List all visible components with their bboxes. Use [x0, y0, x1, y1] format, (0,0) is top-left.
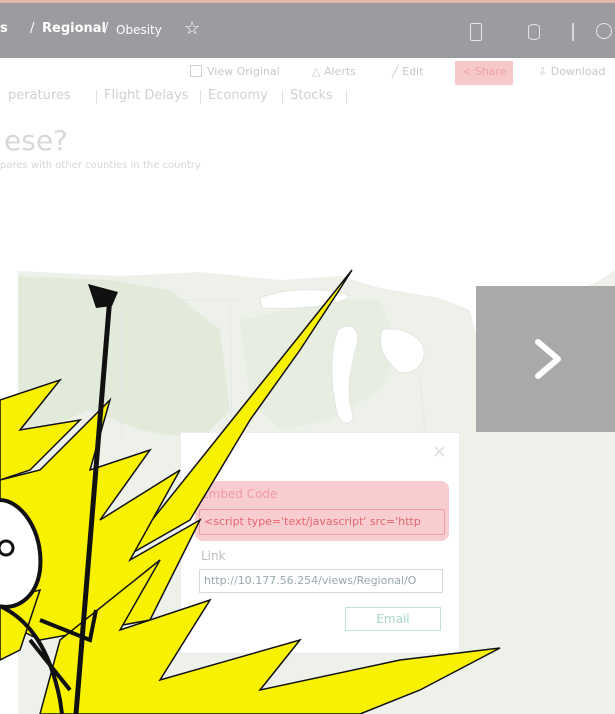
database-icon[interactable]: [528, 24, 540, 40]
link-field[interactable]: http://10.177.56.254/views/Regional/O: [199, 569, 443, 593]
link-label: Link: [201, 549, 226, 563]
tab-flight-delays[interactable]: Flight Delays: [104, 88, 188, 103]
edit-button[interactable]: ╱ Edit: [392, 65, 423, 78]
email-button[interactable]: Email: [345, 607, 441, 631]
tab-divider: [96, 90, 97, 104]
tab-economy[interactable]: Economy: [208, 88, 268, 103]
share-dialog: × Embed Code <script type='text/javascri…: [180, 432, 460, 654]
chevron-right-icon: [535, 339, 561, 379]
view-original-label: View Original: [207, 65, 280, 78]
alerts-button[interactable]: △ Alerts: [312, 65, 356, 78]
tab-stocks[interactable]: Stocks: [290, 88, 333, 103]
alert-icon: △: [312, 65, 324, 78]
download-button[interactable]: ⇩ Download: [538, 65, 605, 78]
tab-divider: [282, 90, 283, 104]
workbook-tabs: peratures Flight Delays Economy Stocks: [0, 88, 615, 110]
close-icon[interactable]: ×: [432, 441, 447, 462]
tab-divider: [200, 90, 201, 104]
breadcrumb-item-regional[interactable]: Regional: [42, 21, 106, 36]
edit-label: Edit: [402, 65, 424, 78]
tab-divider: [346, 90, 347, 104]
share-label: Share: [474, 65, 507, 78]
breadcrumb-bar: s / Regional / Obesity ☆: [0, 0, 615, 58]
device-icon[interactable]: [470, 23, 482, 41]
embed-code-field[interactable]: <script type='text/javascript' src='http: [199, 509, 445, 535]
breadcrumb-separator: /: [30, 21, 35, 36]
breadcrumb-item-obesity: Obesity: [116, 23, 162, 37]
share-button[interactable]: ≺ Share: [455, 61, 514, 85]
download-icon: ⇩: [538, 65, 551, 78]
view-toolbar: View Original △ Alerts ╱ Edit ≺ Share ⇩ …: [0, 58, 615, 88]
page-subtitle: pares with other counties in the country: [0, 160, 201, 171]
download-label: Download: [550, 65, 606, 78]
search-icon[interactable]: [596, 23, 612, 39]
divider: [572, 23, 574, 41]
star-icon[interactable]: ☆: [184, 18, 200, 39]
embed-code-label: Embed Code: [201, 487, 278, 501]
page-title: ese?: [4, 124, 68, 157]
share-icon: ≺: [462, 65, 475, 78]
next-button[interactable]: [476, 286, 615, 432]
breadcrumb-item-truncated[interactable]: s: [0, 21, 8, 36]
alerts-label: Alerts: [323, 65, 356, 78]
tab-temperatures[interactable]: peratures: [8, 88, 71, 103]
embed-code-section: Embed Code <script type='text/javascript…: [195, 481, 449, 541]
view-original-button[interactable]: View Original: [190, 65, 280, 78]
breadcrumb-separator: /: [104, 21, 109, 36]
view-original-icon: [190, 65, 202, 77]
pencil-icon: ╱: [392, 65, 403, 78]
